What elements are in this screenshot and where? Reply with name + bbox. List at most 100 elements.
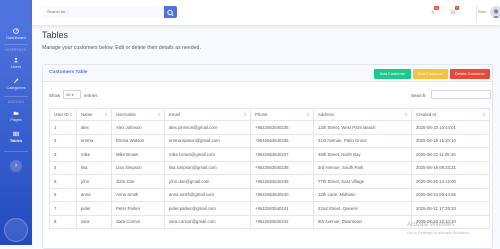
sidebar-item-pages[interactable]: Pages	[0, 110, 32, 122]
sidebar-heading-interface: INTERFACE	[5, 48, 27, 52]
entries-label: entries	[84, 93, 98, 98]
cell-name: mike	[76, 147, 112, 162]
cell-email: emma.watson@gmail.com	[164, 134, 251, 148]
sort-icon: ⇅	[404, 112, 408, 117]
table-row[interactable]: 1 alex Alex Johnson alex.johnson@gmail.com +…	[49, 120, 490, 135]
page-title: Tables	[42, 30, 69, 40]
cell-email: peter.parker@gmail.com	[164, 201, 251, 216]
cell-address: 3rd Avenue, South Park	[313, 161, 412, 175]
sidebar-logo	[4, 218, 28, 242]
cell-name: lisa	[76, 161, 112, 175]
cell-user-id: 3	[49, 147, 77, 162]
sidebar-item-tables[interactable]: Tables	[0, 131, 32, 143]
sidebar-item-categories[interactable]: Categories	[0, 78, 32, 90]
sidebar-item-label: Users	[10, 64, 22, 69]
sidebar-item-label: Tables	[9, 138, 23, 143]
column-header-address[interactable]: Address ⇅	[313, 108, 412, 121]
table-header-row: User ID ⇅ Name ⇅ Username ⇅ Email ⇅ Phone ⇅ A…	[49, 108, 490, 121]
cell-address: 22nd Street, Queens	[313, 201, 412, 216]
cell-phone: +9542563540242	[250, 215, 314, 229]
delete-customer-button[interactable]: Delete Customer	[450, 69, 490, 79]
chevron-right-icon: ›	[14, 162, 18, 169]
chevron-down-icon: ▾	[71, 93, 74, 97]
sort-icon: ⇅	[482, 112, 486, 117]
cell-address: 5th Avenue, Downtown	[313, 215, 412, 229]
column-header-email[interactable]: Email ⇅	[164, 108, 251, 121]
cell-email: mike.brown@gmail.com	[164, 147, 251, 162]
edit-customer-button[interactable]: Edit Customer	[413, 69, 448, 79]
column-header-created-at[interactable]: Created At ⇅	[411, 108, 490, 121]
cell-name: emma	[76, 134, 112, 148]
table-row[interactable]: 7 peter Peter Parker peter.parker@gmail.com…	[49, 201, 490, 216]
sidebar-item-dashboard[interactable]: Dashboard	[0, 28, 32, 40]
table-row[interactable]: 4 lisa Lisa Simpson lisa.simpson@gmail.com +…	[49, 161, 490, 175]
card-header: Customers Table Add Customer Edit Custom…	[43, 65, 492, 82]
sidebar: Dashboard INTERFACE Users Categories ADD…	[0, 0, 32, 245]
alerts-badge: 3+	[434, 6, 440, 10]
sidebar-item-label: Dashboard	[6, 35, 26, 40]
sidebar-item-label: Pages	[10, 117, 22, 122]
cell-phone: +9542563540239	[250, 174, 314, 189]
column-header-username[interactable]: Username ⇅	[111, 108, 165, 121]
column-header-name[interactable]: Name ⇅	[76, 108, 112, 121]
cell-username: Lisa Simpson	[111, 161, 165, 175]
cell-username: Emma Watson	[111, 134, 165, 148]
table-row[interactable]: 6 anna Anna Smith anna.smith@gmail.com +9542…	[49, 188, 490, 202]
tables-icon	[13, 131, 19, 137]
cell-username: Alex Johnson	[111, 120, 165, 135]
cell-name: peter	[76, 201, 112, 216]
sidebar-item-users[interactable]: Users	[0, 57, 32, 69]
cell-user-id: 2	[49, 134, 77, 148]
column-header-user-id[interactable]: User ID ⇅	[49, 108, 77, 121]
categories-icon	[13, 78, 19, 84]
cell-phone: +9542563540241	[250, 201, 314, 216]
cell-email: sara.connor@gmail.com	[164, 215, 251, 229]
cell-name: anna	[76, 188, 112, 202]
cell-user-id: 4	[49, 161, 77, 175]
add-customer-button[interactable]: Add Customer	[374, 69, 411, 79]
topbar: 3+ 7 Ram	[32, 0, 500, 25]
cell-username: Sara Connor	[111, 215, 165, 229]
users-icon	[13, 57, 19, 63]
cell-user-id: 5	[49, 174, 77, 189]
page-description: Manage your customers below. Edit or del…	[42, 45, 201, 51]
sidebar-divider	[4, 96, 28, 97]
column-header-phone[interactable]: Phone ⇅	[250, 108, 314, 121]
cell-username: Peter Parker	[111, 201, 165, 216]
customers-table: User ID ⇅ Name ⇅ Username ⇅ Email ⇅ Phone ⇅ A…	[49, 108, 490, 229]
sort-icon: ⇅	[104, 112, 108, 117]
cell-created-at: 2025-06-18 15:20:10	[411, 134, 490, 148]
pages-icon	[13, 111, 19, 115]
cell-phone: +9542563540237	[250, 147, 314, 162]
sidebar-toggle-button[interactable]: ›	[10, 160, 22, 172]
cell-address: 21st Avenue, Palm Grove	[313, 134, 412, 148]
cell-email: lisa.simpson@gmail.com	[164, 161, 251, 175]
search-input[interactable]	[44, 6, 164, 18]
search-button[interactable]	[164, 6, 177, 18]
card-title: Customers Table	[49, 70, 88, 75]
activate-windows-watermark: Activate Windows	[407, 222, 455, 228]
activate-windows-subtext: Go to Settings to activate Windows.	[407, 230, 471, 235]
cell-created-at: 2025-06-24 09:44:55	[411, 188, 490, 202]
sidebar-divider	[4, 151, 28, 152]
cell-username: John Doe	[111, 174, 165, 189]
sort-icon: ⇅	[69, 112, 73, 117]
cell-phone: +9542563540240	[250, 188, 314, 202]
sort-icon: ⇅	[243, 112, 247, 117]
avatar[interactable]	[490, 6, 500, 18]
cell-address: 12th Street, West Palm Beach	[313, 120, 412, 135]
cell-user-id: 1	[49, 120, 77, 135]
user-name[interactable]: Ram	[478, 9, 486, 14]
table-row[interactable]: 3 mike Mike Brown mike.brown@gmail.com +9542…	[49, 147, 490, 162]
page-length-select[interactable]: 10 ▾	[63, 90, 81, 99]
topbar-divider	[476, 5, 477, 20]
cell-user-id: 8	[49, 215, 77, 229]
cell-email: anna.smith@gmail.com	[164, 188, 251, 202]
table-row[interactable]: 5 john John Doe john.doe@gmail.com +95425635…	[49, 174, 490, 189]
table-row[interactable]: 2 emma Emma Watson emma.watson@gmail.com +95…	[49, 134, 490, 148]
cell-created-at: 2025-06-25 14:12:00	[411, 174, 490, 189]
table-search-input[interactable]	[431, 90, 491, 99]
user-avatar-icon	[492, 9, 500, 18]
cell-address: 45th Street, North Bay	[313, 147, 412, 162]
sort-icon: ⇅	[157, 112, 161, 117]
